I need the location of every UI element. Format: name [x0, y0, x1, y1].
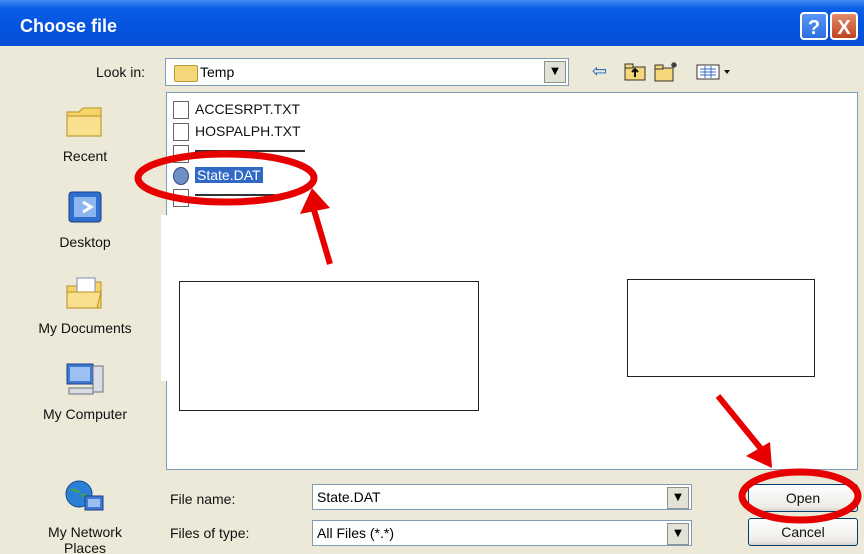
annotation-overlay [134, 150, 862, 524]
arrow-to-file [311, 209, 333, 265]
highlight-ellipse-file [134, 150, 318, 206]
highlight-ellipse-open [738, 468, 862, 524]
choose-file-dialog: Choose file ? X Look in: Temp ▼ ⇦ Recent… [0, 0, 864, 554]
arrow-to-open [715, 394, 765, 452]
